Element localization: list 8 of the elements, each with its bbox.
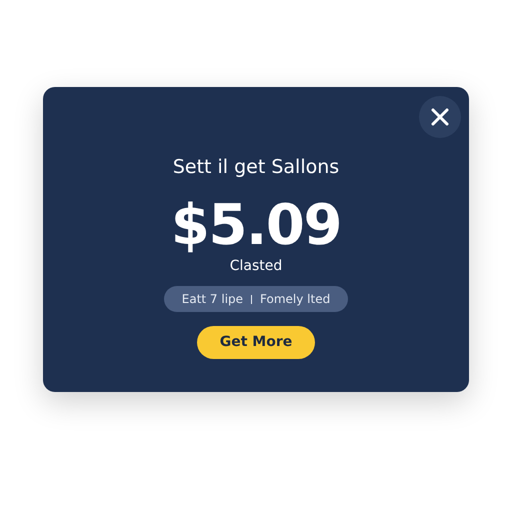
get-more-button[interactable]: Get More	[197, 326, 315, 359]
price: $5.09	[170, 195, 342, 257]
close-icon	[431, 108, 449, 126]
dialog-title: Sett il get Sallons	[172, 155, 340, 179]
price-caption: Clasted	[230, 257, 282, 275]
pill-text: Eatt 7 lipe	[182, 291, 244, 308]
close-button[interactable]	[419, 96, 461, 138]
pill-text: Fomely lted	[260, 291, 330, 308]
